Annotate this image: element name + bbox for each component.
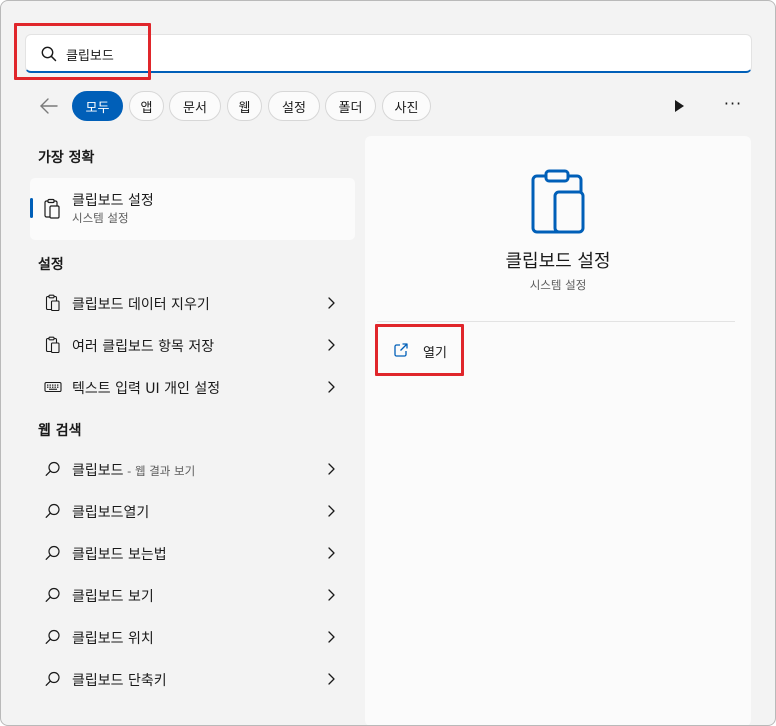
- web-result-label: 클립보드 보는법: [72, 547, 167, 563]
- chevron-right-icon: [328, 381, 335, 393]
- search-icon: [41, 46, 57, 62]
- settings-result-save-multiple[interactable]: 여러 클립보드 항목 저장: [30, 326, 355, 364]
- filter-chip-photos[interactable]: 사진: [382, 91, 431, 121]
- open-action-label: 열기: [423, 346, 447, 361]
- best-match-title: 클립보드 설정: [72, 193, 154, 209]
- chevron-right-icon: [328, 673, 335, 685]
- web-result-hint: - 웹 결과 보기: [123, 464, 196, 478]
- web-result-query: 클립보드: [72, 463, 124, 479]
- web-result[interactable]: 클립보드열기: [30, 492, 355, 530]
- more-options-button[interactable]: ···: [721, 96, 745, 115]
- web-search-heading: 웹 검색: [38, 423, 82, 439]
- settings-result-clear-clipboard[interactable]: 클립보드 데이터 지우기: [30, 284, 355, 322]
- search-box[interactable]: [25, 34, 752, 73]
- search-icon: [45, 671, 60, 686]
- best-match-subtitle: 시스템 설정: [72, 211, 129, 225]
- web-result-label: 클립보드열기: [72, 505, 150, 521]
- play-icon[interactable]: [670, 97, 688, 115]
- web-result[interactable]: 클립보드 단축키: [30, 660, 355, 698]
- search-icon: [45, 545, 60, 560]
- clipboard-icon: [45, 336, 60, 354]
- web-result-label: 클립보드 단축키: [72, 673, 167, 689]
- filter-chip-settings[interactable]: 설정: [268, 91, 320, 121]
- chevron-right-icon: [328, 463, 335, 475]
- settings-result-label: 클립보드 데이터 지우기: [72, 297, 210, 313]
- web-result-label: 클립보드 보기: [72, 589, 154, 605]
- chevron-right-icon: [328, 547, 335, 559]
- best-match-heading: 가장 정확: [38, 150, 95, 166]
- open-action[interactable]: 열기: [379, 334, 469, 368]
- selection-indicator: [30, 198, 33, 218]
- web-result-label: 클립보드 - 웹 결과 보기: [72, 460, 195, 480]
- web-result[interactable]: 클립보드 위치: [30, 618, 355, 656]
- best-match-result[interactable]: 클립보드 설정 시스템 설정: [30, 178, 355, 240]
- divider: [377, 321, 735, 322]
- filter-chip-documents[interactable]: 문서: [169, 91, 221, 121]
- web-result[interactable]: 클립보드 - 웹 결과 보기: [30, 450, 355, 488]
- chevron-right-icon: [328, 589, 335, 601]
- chevron-right-icon: [328, 505, 335, 517]
- clipboard-icon: [531, 169, 585, 234]
- settings-result-label: 여러 클립보드 항목 저장: [72, 339, 215, 355]
- search-window: 모두 앱 문서 웹 설정 폴더 사진 ··· 가장 정확 클립보드 설정 시스템…: [0, 0, 776, 726]
- filter-chip-folders[interactable]: 폴더: [325, 91, 376, 121]
- arrow-left-icon[interactable]: [37, 94, 61, 118]
- search-icon: [45, 587, 60, 602]
- keyboard-icon: [44, 381, 62, 393]
- settings-result-text-input[interactable]: 텍스트 입력 UI 개인 설정: [30, 368, 355, 406]
- filter-chip-apps[interactable]: 앱: [129, 91, 164, 121]
- chevron-right-icon: [328, 297, 335, 309]
- open-external-icon: [394, 343, 408, 357]
- chevron-right-icon: [328, 339, 335, 351]
- filter-chip-web[interactable]: 웹: [227, 91, 262, 121]
- web-result[interactable]: 클립보드 보기: [30, 576, 355, 614]
- filter-chip-all[interactable]: 모두: [72, 91, 123, 121]
- chevron-right-icon: [328, 631, 335, 643]
- preview-subtitle: 시스템 설정: [529, 278, 587, 292]
- web-result[interactable]: 클립보드 보는법: [30, 534, 355, 572]
- settings-result-label: 텍스트 입력 UI 개인 설정: [72, 381, 221, 397]
- search-icon: [45, 629, 60, 644]
- search-input[interactable]: [66, 41, 706, 67]
- clipboard-icon: [44, 198, 60, 219]
- search-icon: [45, 461, 60, 476]
- preview-title: 클립보드 설정: [505, 251, 611, 272]
- preview-pane: 클립보드 설정 시스템 설정 열기: [365, 136, 751, 725]
- clipboard-icon: [45, 294, 60, 312]
- settings-heading: 설정: [38, 257, 64, 273]
- search-icon: [45, 503, 60, 518]
- web-result-label: 클립보드 위치: [72, 631, 154, 647]
